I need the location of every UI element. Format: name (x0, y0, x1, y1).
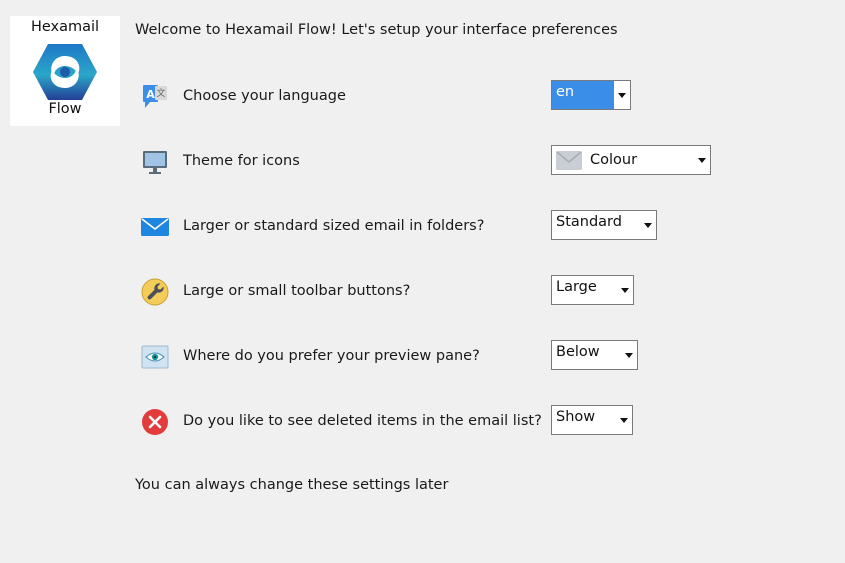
chevron-down-icon (614, 81, 630, 109)
logo-title: Hexamail (30, 19, 100, 35)
svg-text:文: 文 (156, 87, 165, 99)
language-icon: A 文 (143, 85, 167, 108)
chevron-down-icon (621, 341, 637, 369)
chevron-down-icon (694, 146, 710, 174)
delete-icon (142, 409, 168, 435)
toolbar-size-label: Large or small toolbar buttons? (183, 283, 411, 299)
language-value: en (552, 81, 614, 109)
preview-pane-value: Below (556, 344, 600, 360)
email-size-label: Larger or standard sized email in folder… (183, 218, 485, 234)
deleted-items-select[interactable]: Show (551, 405, 633, 435)
email-size-value: Standard (556, 214, 622, 230)
toolbar-size-select[interactable]: Large (551, 275, 634, 305)
logo-subtitle: Flow (48, 101, 82, 117)
language-label: Choose your language (183, 88, 346, 104)
email-size-select[interactable]: Standard (551, 210, 657, 240)
footer-note: You can always change these settings lat… (135, 477, 449, 493)
preview-pane-select[interactable]: Below (551, 340, 638, 370)
chevron-down-icon (617, 276, 633, 304)
deleted-items-value: Show (556, 409, 596, 425)
language-select[interactable]: en (551, 80, 631, 110)
eye-icon (141, 345, 169, 369)
hexamail-logo-icon (33, 44, 97, 100)
wrench-icon (141, 278, 169, 306)
deleted-items-label: Do you like to see deleted items in the … (183, 413, 542, 429)
welcome-text: Welcome to Hexamail Flow! Let's setup yo… (135, 22, 618, 38)
theme-select[interactable]: Colour (551, 145, 711, 175)
monitor-icon (143, 151, 167, 174)
app-logo: Hexamail Flow (10, 16, 120, 126)
theme-value: Colour (590, 152, 638, 168)
toolbar-size-value: Large (556, 279, 597, 295)
chevron-down-icon (616, 406, 632, 434)
chevron-down-icon (640, 211, 656, 239)
svg-text:A: A (146, 88, 155, 101)
theme-label: Theme for icons (183, 153, 300, 169)
envelope-icon (141, 218, 169, 236)
preview-pane-label: Where do you prefer your preview pane? (183, 348, 480, 364)
